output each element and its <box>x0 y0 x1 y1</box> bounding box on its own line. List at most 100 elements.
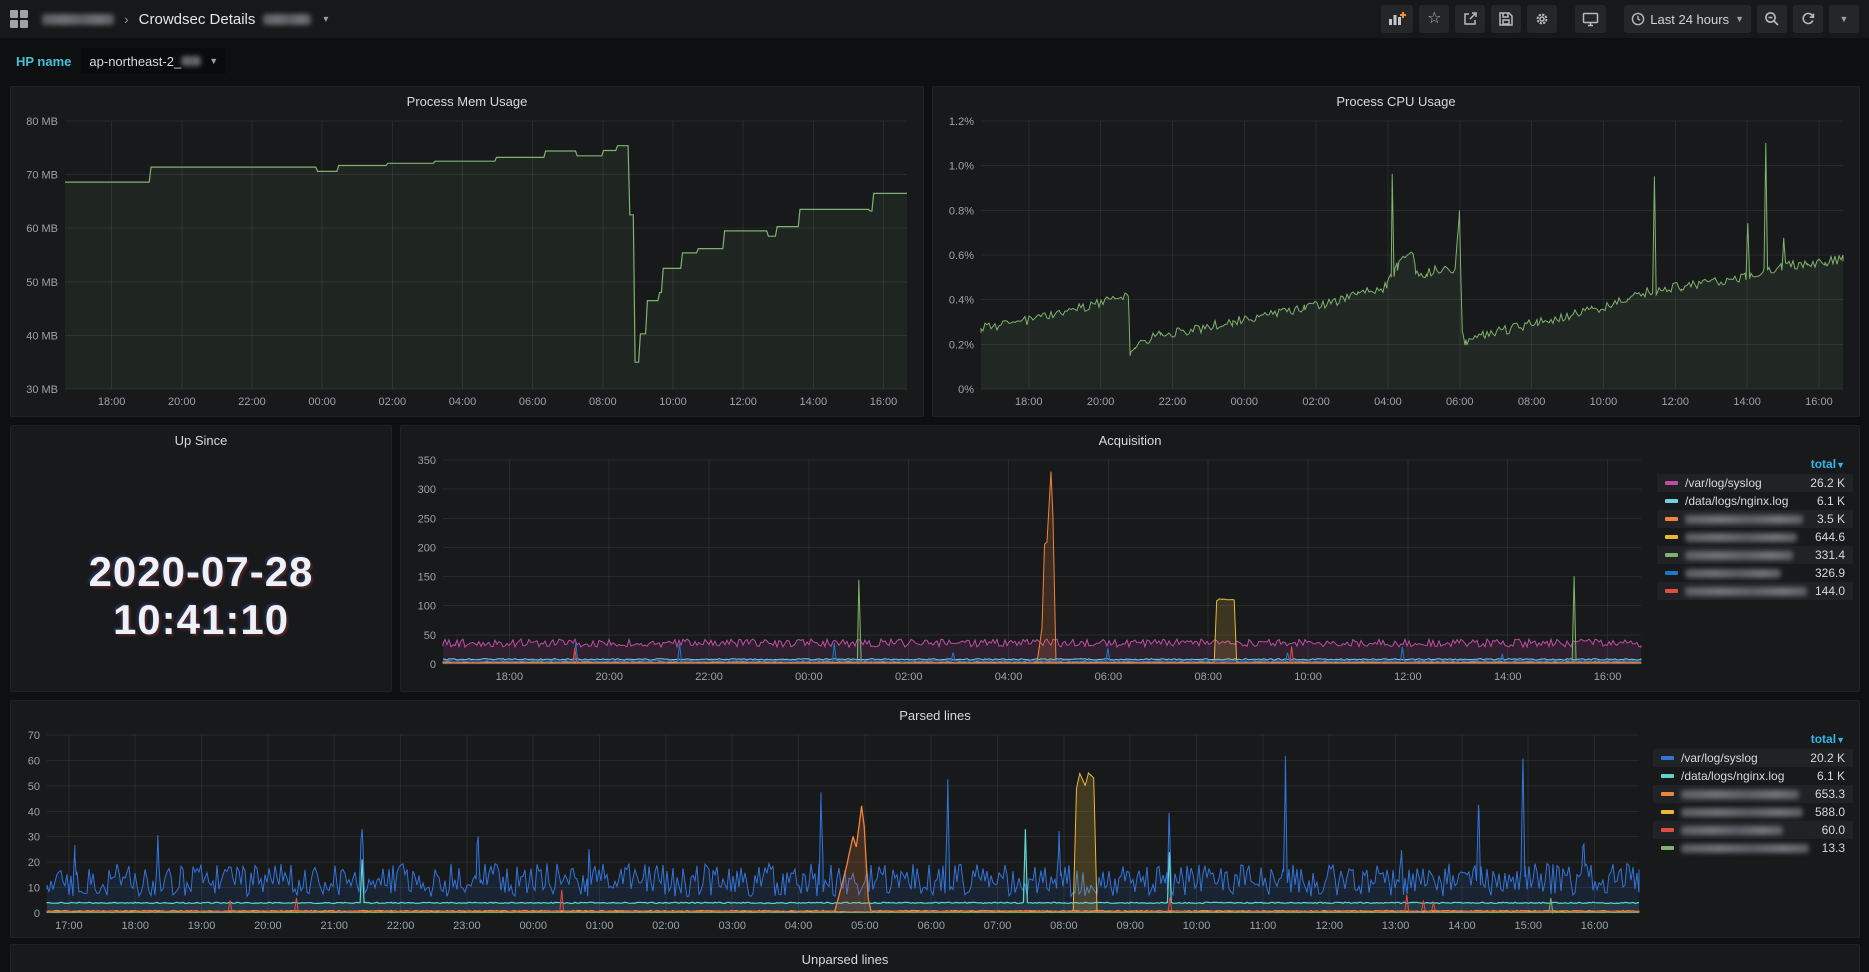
series-color-dash[interactable] <box>1661 846 1674 850</box>
x-axis-tick: 00:00 <box>1231 396 1259 408</box>
x-axis-tick: 15:00 <box>1514 920 1542 932</box>
x-axis-tick: 14:00 <box>1733 396 1761 408</box>
redacted-series-label[interactable] <box>1685 587 1807 596</box>
series-color-dash[interactable] <box>1661 828 1674 832</box>
parsed-svg: 17:0018:0019:0020:0021:0022:0023:0000:00… <box>19 727 1647 937</box>
legend-sort-total[interactable]: total▼ <box>1653 731 1853 749</box>
zoom-out-time-button[interactable] <box>1757 5 1787 33</box>
x-axis-tick: 00:00 <box>519 920 547 932</box>
panel-title-acquisition[interactable]: Acquisition <box>401 433 1859 448</box>
series-color-dash[interactable] <box>1661 792 1674 796</box>
x-axis-tick: 06:00 <box>519 396 547 408</box>
panel-process-mem-usage: Process Mem Usage 18:0020:0022:0000:0002… <box>10 86 924 417</box>
x-axis-tick: 14:00 <box>800 396 828 408</box>
x-axis-tick: 08:00 <box>589 396 617 408</box>
series-total-value: 6.1 K <box>1817 494 1845 508</box>
redacted-series-label[interactable] <box>1681 808 1803 817</box>
series-color-dash[interactable] <box>1661 774 1674 778</box>
series-label[interactable]: /data/logs/nginx.log <box>1685 494 1788 508</box>
x-axis-tick: 00:00 <box>795 671 823 683</box>
series-color-dash[interactable] <box>1665 499 1678 503</box>
parsed-chart[interactable]: 17:0018:0019:0020:0021:0022:0023:0000:00… <box>19 727 1647 937</box>
redacted-series-label[interactable] <box>1685 569 1781 578</box>
redacted-series-label[interactable] <box>1685 515 1803 524</box>
panel-title-up-since[interactable]: Up Since <box>11 433 391 448</box>
series-label[interactable]: /var/log/syslog <box>1681 751 1758 765</box>
redacted-series-label[interactable] <box>1681 844 1809 853</box>
x-axis-tick: 01:00 <box>586 920 614 932</box>
y-axis-tick: 1.0% <box>949 161 974 173</box>
redacted-series-label[interactable] <box>1681 790 1799 799</box>
x-axis-tick: 02:00 <box>895 671 923 683</box>
acquisition-chart[interactable]: 18:0020:0022:0000:0002:0004:0006:0008:00… <box>409 452 1649 688</box>
y-axis-tick: 0.6% <box>949 250 974 262</box>
apps-grid-icon[interactable] <box>10 10 28 28</box>
series-total-value: 26.2 K <box>1810 476 1845 490</box>
series-label[interactable]: /var/log/syslog <box>1685 476 1762 490</box>
y-axis-tick: 50 <box>424 630 436 642</box>
x-axis-tick: 03:00 <box>718 920 746 932</box>
series-total-value: 6.1 K <box>1817 769 1845 783</box>
share-dashboard-button[interactable] <box>1455 5 1485 33</box>
x-axis-tick: 11:00 <box>1250 920 1277 932</box>
legend-row: 13.3 <box>1653 839 1853 857</box>
refresh-button[interactable] <box>1793 5 1823 33</box>
x-axis-tick: 19:00 <box>188 920 216 932</box>
legend-row: 653.3 <box>1653 785 1853 803</box>
panel-up-since: Up Since 2020-07-28 10:41:10 <box>10 425 392 692</box>
series-color-dash[interactable] <box>1661 810 1674 814</box>
save-dashboard-button[interactable] <box>1491 5 1521 33</box>
x-axis-tick: 04:00 <box>449 396 477 408</box>
series-total-value: 326.9 <box>1815 566 1845 580</box>
refresh-interval-dropdown[interactable]: ▼ <box>1829 5 1859 33</box>
cpu-chart[interactable]: 18:0020:0022:0000:0002:0004:0006:0008:00… <box>941 113 1853 413</box>
mem-chart[interactable]: 18:0020:0022:0000:0002:0004:0006:0008:00… <box>19 113 917 413</box>
series-fill-crowdsec-cpu <box>981 143 1843 389</box>
series-color-dash[interactable] <box>1665 481 1678 485</box>
x-axis-tick: 06:00 <box>1446 396 1474 408</box>
x-axis-tick: 02:00 <box>1302 396 1330 408</box>
parsed-legend: total▼/var/log/syslog20.2 K/data/logs/ng… <box>1653 731 1853 857</box>
x-axis-tick: 14:00 <box>1448 920 1476 932</box>
add-panel-button[interactable] <box>1381 5 1413 33</box>
y-axis-tick: 50 <box>28 781 40 793</box>
legend-sort-total[interactable]: total▼ <box>1657 456 1853 474</box>
series-color-dash[interactable] <box>1665 571 1678 575</box>
dashboard-title[interactable]: Crowdsec Details <box>139 11 256 28</box>
star-dashboard-button[interactable]: ☆ <box>1419 5 1449 33</box>
x-axis-tick: 22:00 <box>238 396 266 408</box>
variable-value-dropdown[interactable]: ap-northeast-2_ ▼ <box>81 48 226 74</box>
panel-title-mem[interactable]: Process Mem Usage <box>11 94 923 109</box>
series-color-dash[interactable] <box>1665 535 1678 539</box>
redacted-series-label[interactable] <box>1681 826 1783 835</box>
dashboard-dropdown-caret-icon[interactable]: ▾ <box>323 14 328 25</box>
save-icon <box>1498 11 1514 27</box>
y-axis-tick: 200 <box>418 542 436 554</box>
y-axis-tick: 350 <box>418 455 436 467</box>
y-axis-tick: 60 MB <box>26 223 58 235</box>
series-color-dash[interactable] <box>1665 517 1678 521</box>
x-axis-tick: 02:00 <box>652 920 680 932</box>
cycle-view-mode-button[interactable] <box>1575 5 1606 33</box>
x-axis-tick: 16:00 <box>1581 920 1609 932</box>
dashboard-settings-button[interactable] <box>1527 5 1557 33</box>
y-axis-tick: 40 MB <box>26 330 58 342</box>
legend-row: 144.0 <box>1657 582 1853 600</box>
redacted-series-label[interactable] <box>1685 551 1793 560</box>
series-color-dash[interactable] <box>1665 589 1678 593</box>
series-total-value: 331.4 <box>1815 548 1845 562</box>
time-range-picker[interactable]: Last 24 hours ▼ <box>1624 5 1751 33</box>
series-label[interactable]: /data/logs/nginx.log <box>1681 769 1784 783</box>
y-axis-tick: 250 <box>418 513 436 525</box>
redacted-breadcrumb-root[interactable] <box>42 14 114 25</box>
time-range-label: Last 24 hours <box>1650 12 1729 27</box>
y-axis-tick: 80 MB <box>26 116 58 128</box>
panel-title-cpu[interactable]: Process CPU Usage <box>933 94 1859 109</box>
panel-title-unparsed[interactable]: Unparsed lines <box>0 952 1859 967</box>
series-color-dash[interactable] <box>1665 553 1678 557</box>
series-color-dash[interactable] <box>1661 756 1674 760</box>
x-axis-tick: 10:00 <box>1590 396 1618 408</box>
y-axis-tick: 0 <box>34 908 40 920</box>
panel-title-parsed[interactable]: Parsed lines <box>11 708 1859 723</box>
redacted-series-label[interactable] <box>1685 533 1797 542</box>
